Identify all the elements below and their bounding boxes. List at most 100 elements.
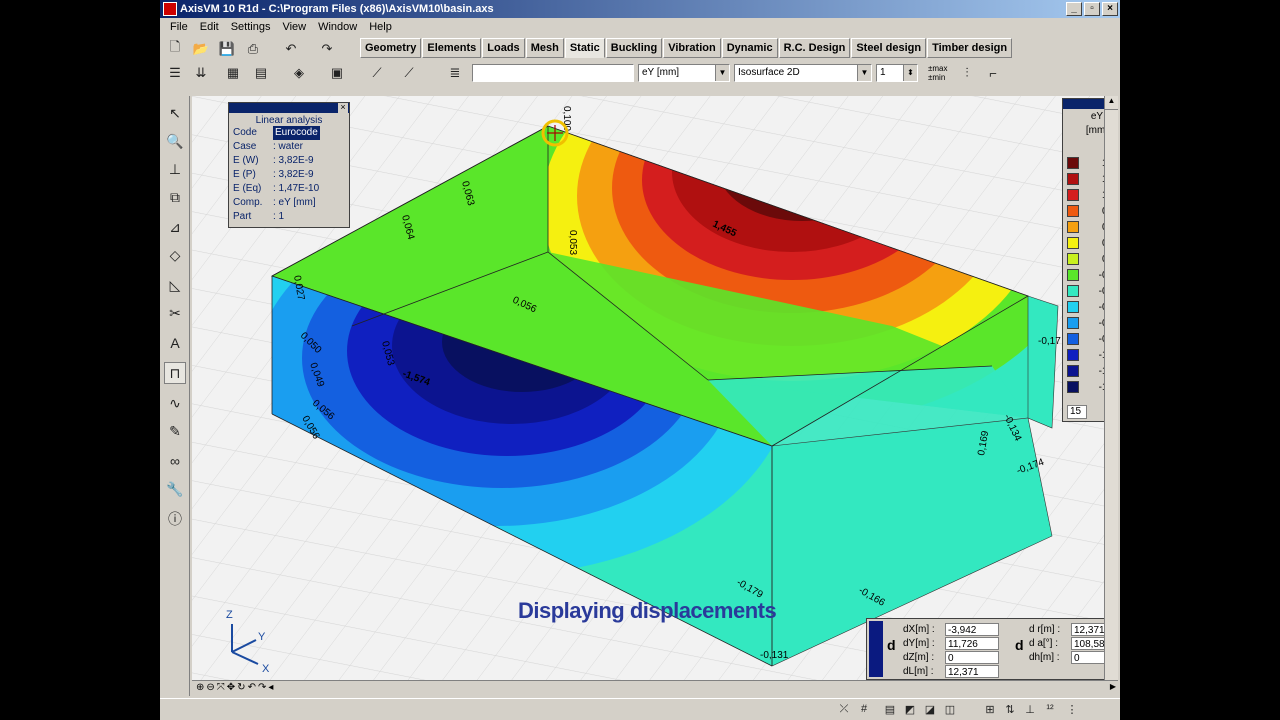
- select-arrow-icon[interactable]: ↖: [164, 102, 186, 124]
- wire-icon[interactable]: ◫: [942, 703, 958, 717]
- analysis-info-panel: × Linear analysis Code Eurocode Case: wat…: [228, 102, 350, 228]
- redo-icon[interactable]: ↷: [316, 38, 338, 60]
- menu-view[interactable]: View: [276, 18, 312, 36]
- tab-buckling[interactable]: Buckling: [605, 38, 663, 58]
- load-cases-icon[interactable]: ⇊: [190, 62, 212, 84]
- pan-icon[interactable]: ✥: [227, 682, 235, 693]
- new-file-icon[interactable]: 🗋: [164, 38, 186, 60]
- close-icon[interactable]: ×: [338, 103, 348, 113]
- brush-icon[interactable]: ✎: [164, 420, 186, 442]
- scroll-right-icon[interactable]: ▶: [1110, 682, 1116, 691]
- copy-icon[interactable]: ⧉: [164, 186, 186, 208]
- grid-icon[interactable]: #: [856, 703, 872, 717]
- redo-view-icon[interactable]: ↷: [258, 682, 266, 693]
- diagram-2-icon[interactable]: ⟋: [398, 62, 420, 84]
- legend-swatch: [1067, 237, 1079, 249]
- part-stepper[interactable]: 1 ⬍: [876, 64, 918, 82]
- wave-icon[interactable]: ∿: [164, 392, 186, 414]
- zoom-out-icon[interactable]: ⊖: [206, 682, 214, 693]
- undo-view-icon[interactable]: ↶: [248, 682, 256, 693]
- menu-settings[interactable]: Settings: [225, 18, 277, 36]
- tab-timber-design[interactable]: Timber design: [927, 38, 1013, 58]
- cut-icon[interactable]: ✂: [164, 302, 186, 324]
- scroll-up-icon[interactable]: ▲: [1105, 96, 1118, 110]
- axis-icon[interactable]: ⊥: [164, 158, 186, 180]
- legend-swatch: [1067, 333, 1079, 345]
- legend-swatch: [1067, 157, 1079, 169]
- legend-steps-field[interactable]: 15: [1067, 405, 1087, 419]
- diagram-1-icon[interactable]: ⟋: [366, 62, 388, 84]
- glasses-icon[interactable]: ∞: [164, 450, 186, 472]
- measure-icon[interactable]: ⊿: [164, 216, 186, 238]
- settings-icon[interactable]: ⌐: [982, 62, 1004, 84]
- minmax-button[interactable]: ±max ±min: [928, 64, 948, 82]
- table-browser-icon[interactable]: ▤: [250, 62, 272, 84]
- tab-vibration[interactable]: Vibration: [663, 38, 721, 58]
- legend-swatch: [1067, 269, 1079, 281]
- numbering-icon[interactable]: ¹²: [1042, 703, 1058, 717]
- text-label-icon[interactable]: A: [164, 332, 186, 354]
- window-title: AxisVM 10 R1d - C:\Program Files (x86)\A…: [180, 3, 494, 15]
- tab-rc-design[interactable]: R.C. Design: [778, 38, 851, 58]
- info-icon[interactable]: ⓘ: [164, 508, 186, 530]
- layer-manager-icon[interactable]: ◈: [288, 62, 310, 84]
- analysis-row-ep: E (P): 3,82E-9: [233, 169, 314, 180]
- print-icon[interactable]: ⎙: [242, 38, 264, 60]
- component-select[interactable]: eY [mm] ▼: [638, 64, 730, 82]
- maximize-button[interactable]: ▫: [1084, 2, 1100, 16]
- prev-view-icon[interactable]: ◂: [268, 682, 273, 693]
- tab-elements[interactable]: Elements: [422, 38, 482, 58]
- zoom-in-icon[interactable]: ⊕: [196, 682, 204, 693]
- dimension-icon[interactable]: ⊓: [164, 362, 186, 384]
- tab-geometry[interactable]: Geometry: [360, 38, 422, 58]
- horizontal-scrollbar[interactable]: ⊕ ⊖ ⤧ ✥ ↻ ↶ ↷ ◂ ▶: [192, 680, 1118, 696]
- tab-mesh[interactable]: Mesh: [525, 38, 564, 58]
- frame-icon[interactable]: ⊞: [982, 703, 998, 717]
- table-icon[interactable]: ▦: [222, 62, 244, 84]
- save-icon[interactable]: 💾: [216, 38, 238, 60]
- grid-snap-icon[interactable]: ⊥: [1022, 703, 1038, 717]
- menu-help[interactable]: Help: [363, 18, 398, 36]
- model-viewport[interactable]: 1,455 -1,574 0,100 0,063 0,064 0,027 0,0…: [192, 96, 1118, 680]
- minimize-button[interactable]: _: [1066, 2, 1082, 16]
- menu-edit[interactable]: Edit: [194, 18, 225, 36]
- layer-icon[interactable]: ▤: [882, 703, 898, 717]
- zoom-fit-icon[interactable]: ⤧: [217, 682, 225, 693]
- open-folder-icon[interactable]: 📂: [190, 38, 212, 60]
- legend-swatch: [1067, 221, 1079, 233]
- tab-dynamic[interactable]: Dynamic: [721, 38, 778, 58]
- report-icon[interactable]: ▣: [326, 62, 348, 84]
- vertical-scrollbar[interactable]: ▲: [1104, 96, 1118, 680]
- analysis-row-code: Code Eurocode: [233, 126, 320, 140]
- ortho-icon[interactable]: ⇅: [1002, 703, 1018, 717]
- rotate-icon[interactable]: ↻: [237, 682, 245, 693]
- search-field[interactable]: [472, 64, 634, 82]
- tab-loads[interactable]: Loads: [482, 38, 525, 58]
- status-info-icon[interactable]: ⋮: [1064, 703, 1080, 717]
- analysis-row-ew: E (W): 3,82E-9: [233, 155, 314, 166]
- undo-icon[interactable]: ↶: [280, 38, 302, 60]
- analysis-row-comp: Comp.: eY [mm]: [233, 197, 316, 208]
- tab-static[interactable]: Static: [564, 38, 605, 58]
- caption-text: Displaying displacements: [518, 598, 777, 623]
- slope-icon[interactable]: ◺: [164, 274, 186, 296]
- coordinate-panel: d dX[m] : -3,942 dY[m] :11,726 dZ[m] :0 d…: [866, 618, 1118, 680]
- ruler-icon[interactable]: ⫶: [956, 62, 978, 84]
- legend-swatch: [1067, 349, 1079, 361]
- tab-steel-design[interactable]: Steel design: [851, 38, 927, 58]
- wrench-icon[interactable]: 🔧: [164, 478, 186, 500]
- snap-icon[interactable]: ⤫: [836, 703, 852, 717]
- list-icon[interactable]: ≣: [444, 62, 466, 84]
- coord-panel-handle[interactable]: [869, 621, 883, 677]
- zoom-icon[interactable]: 🔍: [164, 130, 186, 152]
- menu-window[interactable]: Window: [312, 18, 363, 36]
- app-window: AxisVM 10 R1d - C:\Program Files (x86)\A…: [160, 0, 1120, 720]
- menu-file[interactable]: File: [164, 18, 194, 36]
- close-button[interactable]: ×: [1102, 2, 1118, 16]
- layers-icon[interactable]: ☰: [164, 62, 186, 84]
- display-icon[interactable]: ◪: [922, 703, 938, 717]
- render-icon[interactable]: ◩: [902, 703, 918, 717]
- node-icon[interactable]: ◇: [164, 244, 186, 266]
- display-mode-select[interactable]: Isosurface 2D ▼: [734, 64, 872, 82]
- coord-dz: dZ[m] :0: [903, 651, 999, 664]
